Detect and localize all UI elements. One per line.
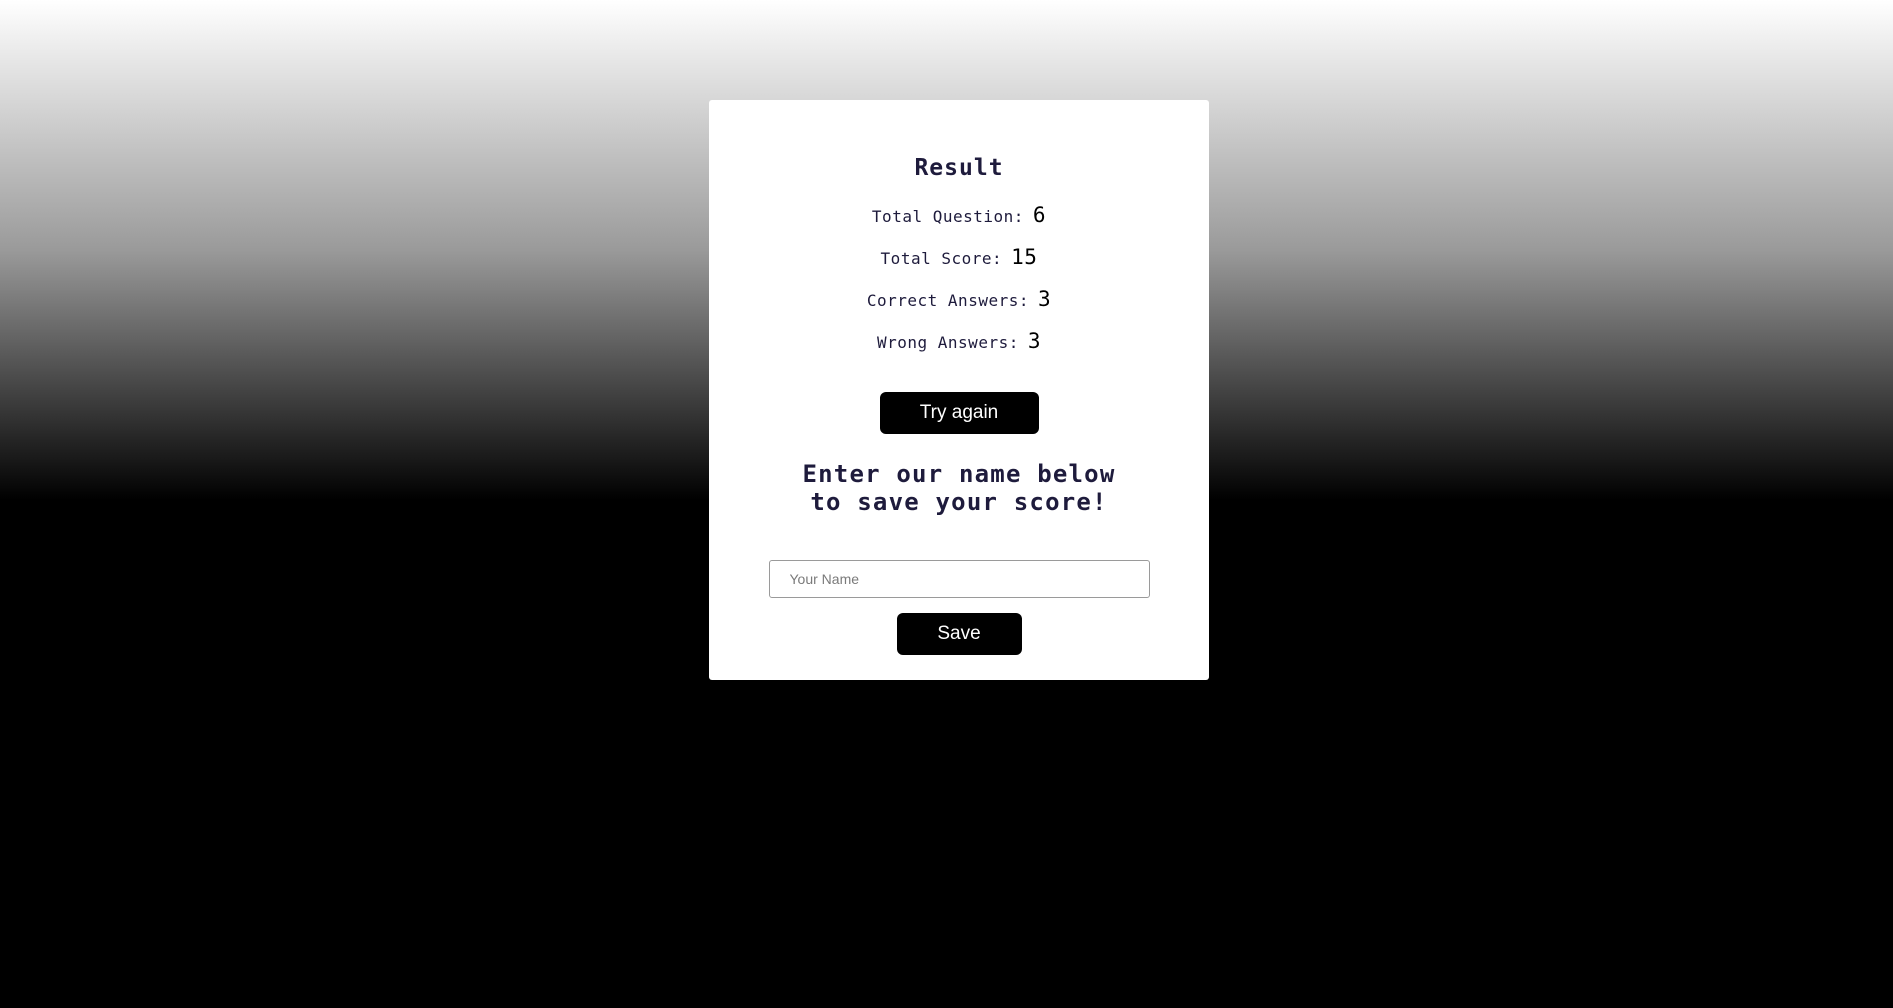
try-again-button[interactable]: Try again [879,392,1039,434]
stat-label: Correct Answers: [866,291,1029,310]
save-score-heading: Enter our name below to save your score! [749,460,1169,516]
stat-value: 3 [1027,329,1041,353]
stat-label: Wrong Answers: [876,333,1019,352]
stat-value: 15 [1011,245,1038,269]
stat-value: 3 [1037,287,1052,311]
result-stats: Total Question: 6 Total Score: 15 Correc… [867,203,1051,371]
stat-label: Total Score: [880,249,1003,268]
save-heading-line-2: to save your score! [810,488,1108,516]
stat-wrong-answers: Wrong Answers: 3 [877,329,1041,371]
stat-correct-answers: Correct Answers: 3 [867,287,1051,329]
stat-total-score: Total Score: 15 [881,245,1038,287]
stat-label: Total Question: [871,207,1024,226]
result-title: Result [914,155,1004,181]
result-card: Result Total Question: 6 Total Score: 15… [709,100,1209,680]
save-heading-line-1: Enter our name below [802,460,1116,488]
name-input[interactable] [768,560,1150,598]
save-button[interactable]: Save [896,613,1022,655]
stat-value: 6 [1032,203,1047,227]
stat-total-question: Total Question: 6 [872,203,1046,245]
